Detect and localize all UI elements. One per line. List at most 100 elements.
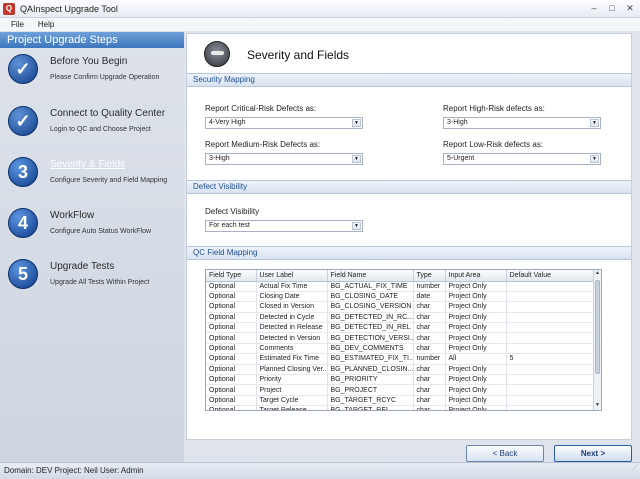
table-cell: char	[413, 364, 446, 376]
table-cell: Planned Closing Ver...	[256, 364, 328, 376]
critical-risk-value: 4-Very High	[209, 119, 246, 126]
step-title: Connect to Quality Center	[50, 108, 166, 119]
scroll-down-icon[interactable]: ▼	[594, 402, 601, 410]
table-row[interactable]: Optional Comments BG_DEV_COMMENTS char Proje…	[206, 343, 594, 355]
column-header[interactable]: Field Type	[206, 270, 257, 282]
menu-file[interactable]: File	[11, 20, 24, 29]
column-header[interactable]: Default Value	[506, 270, 594, 282]
gauge-icon	[204, 41, 230, 67]
table-cell: Detected in Version	[256, 332, 328, 344]
table-cell: char	[413, 312, 446, 324]
step-number-3-icon: 3	[8, 157, 38, 187]
table-cell: Optional	[206, 301, 257, 313]
step-connect-qc[interactable]: ✓ Connect to Quality Center Login to QC …	[0, 106, 184, 158]
chevron-down-icon[interactable]: ▼	[352, 222, 361, 230]
minimize-button[interactable]: –	[588, 3, 600, 14]
table-cell: Project Only	[445, 291, 507, 303]
chevron-down-icon[interactable]: ▼	[590, 119, 599, 127]
table-cell: BG_DETECTION_VERSI...	[327, 332, 414, 344]
resize-grip-icon[interactable]: ⋰	[631, 461, 638, 477]
table-row[interactable]: Optional Detected in Release BG_DETECTED_I…	[206, 322, 594, 334]
status-text: Domain: DEV Project: Neil User: Admin	[4, 466, 144, 475]
page-title: Severity and Fields	[247, 48, 350, 62]
table-row[interactable]: Optional Project BG_PROJECT char Project Onl…	[206, 384, 594, 396]
table-cell: BG_DETECTED_IN_REL	[327, 322, 414, 334]
next-button[interactable]: Next >	[554, 445, 632, 462]
column-header[interactable]: Type	[413, 270, 446, 282]
step-upgrade-tests[interactable]: 5 Upgrade Tests Upgrade All Tests Within…	[0, 259, 184, 311]
high-risk-select[interactable]: 3-High ▼	[443, 117, 601, 129]
main-panel: Severity and Fields Security Mapping Rep…	[186, 33, 632, 440]
table-cell: Project Only	[445, 374, 507, 386]
table-cell	[506, 332, 594, 344]
table-cell	[506, 291, 594, 303]
table-row[interactable]: Optional Target Cycle BG_TARGET_RCYC char Pr…	[206, 395, 594, 407]
table-cell: date	[413, 291, 446, 303]
scroll-thumb[interactable]	[595, 280, 600, 374]
table-row[interactable]: Optional Closing Date BG_CLOSING_DATE date P…	[206, 291, 594, 303]
table-row[interactable]: Optional Target Release BG_TARGET_REL char P…	[206, 405, 594, 410]
app-logo-icon: Q	[3, 2, 15, 15]
step-before-you-begin[interactable]: ✓ Before You Begin Please Confirm Upgrad…	[0, 54, 184, 106]
table-scrollbar[interactable]: ▲ ▼	[593, 270, 601, 410]
table-cell: Target Cycle	[256, 395, 328, 407]
table-cell: Project Only	[445, 405, 507, 410]
table-cell: BG_TARGET_REL	[327, 405, 414, 410]
close-button[interactable]: ✕	[624, 3, 636, 14]
table-cell: BG_TARGET_RCYC	[327, 395, 414, 407]
table-cell: Project Only	[445, 281, 507, 292]
step-number-5-icon: 5	[8, 259, 38, 289]
table-cell: Optional	[206, 395, 257, 407]
low-risk-select[interactable]: 5-Urgent ▼	[443, 153, 601, 165]
table-row[interactable]: Optional Estimated Fix Time BG_ESTIMATED_F…	[206, 353, 594, 365]
table-cell: BG_CLOSING_DATE	[327, 291, 414, 303]
table-cell: Priority	[256, 374, 328, 386]
table-cell	[506, 343, 594, 355]
table-cell: Project	[256, 384, 328, 396]
chevron-down-icon[interactable]: ▼	[590, 155, 599, 163]
critical-risk-select[interactable]: 4-Very High ▼	[205, 117, 363, 129]
table-cell: number	[413, 353, 446, 365]
table-cell: Project Only	[445, 395, 507, 407]
step-workflow[interactable]: 4 WorkFlow Configure Auto Status WorkFlo…	[0, 208, 184, 260]
column-header[interactable]: User Label	[256, 270, 328, 282]
defect-visibility-label: Defect Visibility	[205, 207, 260, 216]
step-title: Before You Begin	[50, 56, 128, 67]
table-row[interactable]: Optional Detected in Cycle BG_DETECTED_IN_…	[206, 312, 594, 324]
defect-visibility-select[interactable]: For each test ▼	[205, 220, 363, 232]
column-header[interactable]: Input Area	[445, 270, 507, 282]
table-row[interactable]: Optional Priority BG_PRIORITY char Project O…	[206, 374, 594, 386]
table-cell: Optional	[206, 353, 257, 365]
back-button[interactable]: < Back	[466, 445, 544, 462]
table-cell	[506, 405, 594, 410]
column-header[interactable]: Field Name	[327, 270, 414, 282]
table-cell	[506, 395, 594, 407]
table-row[interactable]: Optional Actual Fix Time BG_ACTUAL_FIX_TIM…	[206, 281, 594, 292]
table-cell	[506, 322, 594, 334]
step-subtitle: Upgrade All Tests Within Project	[50, 279, 150, 286]
step-severity-fields[interactable]: 3 Severity & Fields Configure Severity a…	[0, 157, 184, 209]
menu-help[interactable]: Help	[38, 20, 54, 29]
chevron-down-icon[interactable]: ▼	[352, 155, 361, 163]
table-row[interactable]: Optional Closed in Version BG_CLOSING_VERS…	[206, 301, 594, 313]
table-cell: Comments	[256, 343, 328, 355]
table-row[interactable]: Optional Detected in Version BG_DETECTION_…	[206, 332, 594, 344]
table-cell: Project Only	[445, 332, 507, 344]
table-cell: Project Only	[445, 384, 507, 396]
maximize-button[interactable]: □	[606, 3, 618, 14]
table-cell: Optional	[206, 343, 257, 355]
table-cell: BG_PROJECT	[327, 384, 414, 396]
table-cell: BG_PRIORITY	[327, 374, 414, 386]
table-cell	[506, 374, 594, 386]
chevron-down-icon[interactable]: ▼	[352, 119, 361, 127]
table-cell: char	[413, 405, 446, 410]
table-cell: Project Only	[445, 301, 507, 313]
medium-risk-select[interactable]: 3-High ▼	[205, 153, 363, 165]
table-cell	[506, 312, 594, 324]
table-row[interactable]: Optional Planned Closing Ver... BG_PLANNED…	[206, 364, 594, 376]
high-risk-value: 3-High	[447, 119, 468, 126]
scroll-up-icon[interactable]: ▲	[594, 270, 601, 278]
status-bar: Domain: DEV Project: Neil User: Admin ⋰	[0, 462, 640, 479]
table-cell: char	[413, 374, 446, 386]
table-cell: BG_ESTIMATED_FIX_TI...	[327, 353, 414, 365]
